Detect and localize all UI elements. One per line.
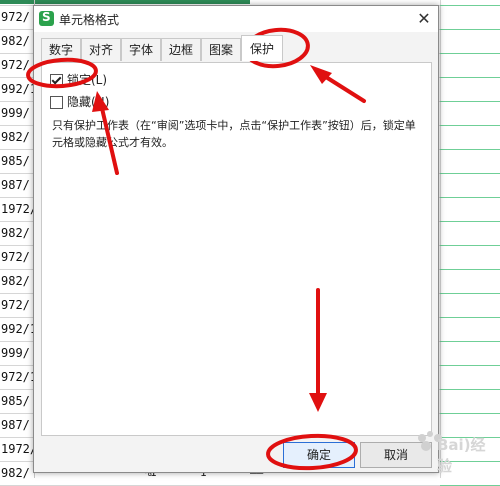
sheet-row-line-selected [440,341,500,342]
tab-font[interactable]: 字体 [121,38,161,61]
sheet-selection-line [0,0,250,4]
hidden-option[interactable]: 隐藏(H) [50,94,109,110]
sheet-row-line-selected [440,293,500,294]
sheet-cell-a: 999/ [1,346,30,360]
dialog-title: 单元格格式 [59,13,120,27]
sheet-cell-a: 985/ [1,154,30,168]
locked-label: 锁定(L) [67,73,108,87]
tab-pattern[interactable]: 图案 [201,38,241,61]
sheet-row-line-selected [440,149,500,150]
locked-option[interactable]: 锁定(L) [50,72,107,88]
sheet-cell-a: 972/1 [1,370,35,384]
sheet-cell-a: 982/ [1,130,30,144]
sheet-cell-a: 992/1 [1,322,35,336]
tab-protection[interactable]: 保护 [241,35,283,61]
sheet-cell-a: 987/ [1,418,30,432]
sheet-row-line-selected [440,101,500,102]
sheet-row-line-selected [440,245,500,246]
protection-panel: 锁定(L) 隐藏(H) 只有保护工作表（在“审阅”选项卡中，点击“保护工作表”按… [41,62,432,436]
tab-alignment[interactable]: 对齐 [81,38,121,61]
sheet-cell-a: 982/ [1,466,30,480]
sheet-row-line-selected [440,53,500,54]
sheet-cell-a: 972/ [1,250,30,264]
sheet-row-line-selected [440,173,500,174]
dialog-titlebar: 单元格格式 ✕ [34,6,438,32]
sheet-cell-a: 992/1 [1,82,35,96]
sheet-row-line-selected [440,29,500,30]
watermark-text: Bai)经验 [437,436,486,475]
sheet-cell-a: 1972/ [1,202,35,216]
sheet-right-column [440,0,500,478]
sheet-cell-a: 982/ [1,34,30,48]
sheet-row-line-selected [440,5,500,6]
sheet-cell-a: 972/ [1,58,30,72]
sheet-cell-a: 982/ [1,274,30,288]
sheet-row-line-selected [440,197,500,198]
sheet-row-line-selected [440,389,500,390]
ok-button[interactable]: 确定 [283,442,355,468]
sheet-cell-a: 1972/ [1,442,35,456]
sheet-cell-a: 972/ [1,298,30,312]
sheet-row-line-selected [440,413,500,414]
hidden-checkbox[interactable] [50,96,63,109]
sheet-row-line-selected [440,269,500,270]
tab-border[interactable]: 边框 [161,38,201,61]
close-button[interactable]: ✕ [410,6,438,32]
tab-number[interactable]: 数字 [41,38,81,61]
protection-description: 只有保护工作表（在“审阅”选项卡中，点击“保护工作表”按钮）后，锁定单元格或隐藏… [52,119,416,149]
sheet-column-a: 972/982/972/992/1 999/982/985/987/1972/98… [0,0,35,480]
sheet-cell-a: 982/ [1,226,30,240]
sheet-cell-a: 999/ [1,106,30,120]
hidden-label: 隐藏(H) [67,95,110,109]
sheet-row-line-selected [440,125,500,126]
locked-checkbox[interactable] [50,74,63,87]
sheet-row-line-selected [440,317,500,318]
format-cells-dialog: 单元格格式 ✕ 数字 对齐 字体 边框 图案 保护 锁定(L) 隐藏(H) 只有… [33,5,439,473]
sheet-row-line-selected [440,365,500,366]
app-logo-icon [39,10,54,26]
sheet-cell-a: 987/ [1,178,30,192]
sheet-cell-a: 985/ [1,394,30,408]
sheet-row-line-selected [440,77,500,78]
sheet-row-line-selected [440,221,500,222]
sheet-cell-a: 972/ [1,10,30,24]
